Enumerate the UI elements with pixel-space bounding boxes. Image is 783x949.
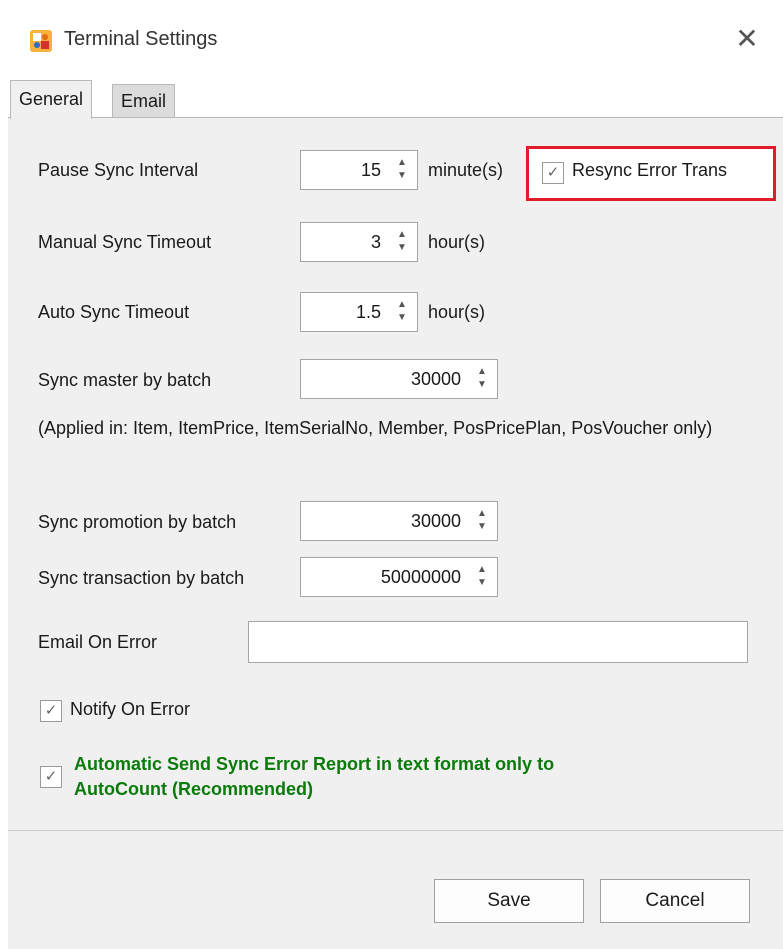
auto-send-report-checkbox[interactable]: ✓ [40,766,62,788]
spin-down-icon[interactable]: ▼ [395,312,409,325]
pause-sync-interval-value: 15 [360,160,381,180]
manual-sync-timeout-spinner[interactable]: 3 ▲ ▼ [300,222,418,262]
resync-error-trans-checkbox[interactable]: ✓ [542,162,564,184]
spin-down-icon[interactable]: ▼ [395,242,409,255]
tab-strip: General Email [8,74,783,119]
manual-sync-timeout-unit: hour(s) [428,232,486,252]
manual-sync-timeout-value: 3 [370,232,381,252]
pause-sync-interval-unit: minute(s) [428,160,504,180]
spin-up-icon[interactable]: ▲ [395,157,409,170]
pause-sync-interval-label: Pause Sync Interval [38,160,199,180]
auto-sync-timeout-spinner[interactable]: 1.5 ▲ ▼ [300,292,418,332]
sync-master-batch-label: Sync master by batch [38,370,212,390]
email-on-error-input[interactable] [248,621,748,663]
pause-sync-interval-spinner[interactable]: 15 ▲ ▼ [300,150,418,190]
save-button[interactable]: Save [434,879,584,923]
spin-up-icon[interactable]: ▲ [475,366,489,379]
sync-transaction-batch-spinner[interactable]: 50000000 ▲ ▼ [300,557,498,597]
window-title: Terminal Settings [64,28,218,50]
auto-sync-timeout-value: 1.5 [355,302,381,322]
sync-promotion-batch-value: 30000 [410,511,461,531]
email-on-error-label: Email On Error [38,632,158,652]
auto-send-report-label: Automatic Send Sync Error Report in text… [74,754,555,799]
spin-up-icon[interactable]: ▲ [475,564,489,577]
cancel-button[interactable]: Cancel [600,879,750,923]
spin-down-icon[interactable]: ▼ [475,577,489,590]
spin-down-icon[interactable]: ▼ [395,170,409,183]
resync-error-trans-label: Resync Error Trans [572,160,728,180]
spin-up-icon[interactable]: ▲ [475,508,489,521]
spin-down-icon[interactable]: ▼ [475,379,489,392]
tab-email[interactable]: Email [112,84,176,118]
sync-master-batch-spinner[interactable]: 30000 ▲ ▼ [300,359,498,399]
close-icon[interactable]: ✕ [730,22,764,56]
footer-divider [8,830,783,831]
title-bar: Terminal Settings ✕ [8,0,783,74]
spin-down-icon[interactable]: ▼ [475,521,489,534]
sync-transaction-batch-value: 50000000 [380,567,461,587]
sync-transaction-batch-label: Sync transaction by batch [38,568,245,588]
sync-promotion-batch-label: Sync promotion by batch [38,512,237,532]
sync-master-batch-value: 30000 [410,369,461,389]
spin-up-icon[interactable]: ▲ [395,299,409,312]
tab-general[interactable]: General [10,80,93,119]
auto-sync-timeout-label: Auto Sync Timeout [38,302,190,322]
applied-in-note: (Applied in: Item, ItemPrice, ItemSerial… [38,418,713,438]
app-logo-icon [30,30,52,52]
auto-sync-timeout-unit: hour(s) [428,302,486,322]
spin-up-icon[interactable]: ▲ [395,229,409,242]
manual-sync-timeout-label: Manual Sync Timeout [38,232,212,252]
notify-on-error-checkbox[interactable]: ✓ [40,700,62,722]
sync-promotion-batch-spinner[interactable]: 30000 ▲ ▼ [300,501,498,541]
terminal-settings-dialog: Terminal Settings ✕ General Email Pause … [8,0,783,949]
notify-on-error-label: Notify On Error [70,699,191,719]
